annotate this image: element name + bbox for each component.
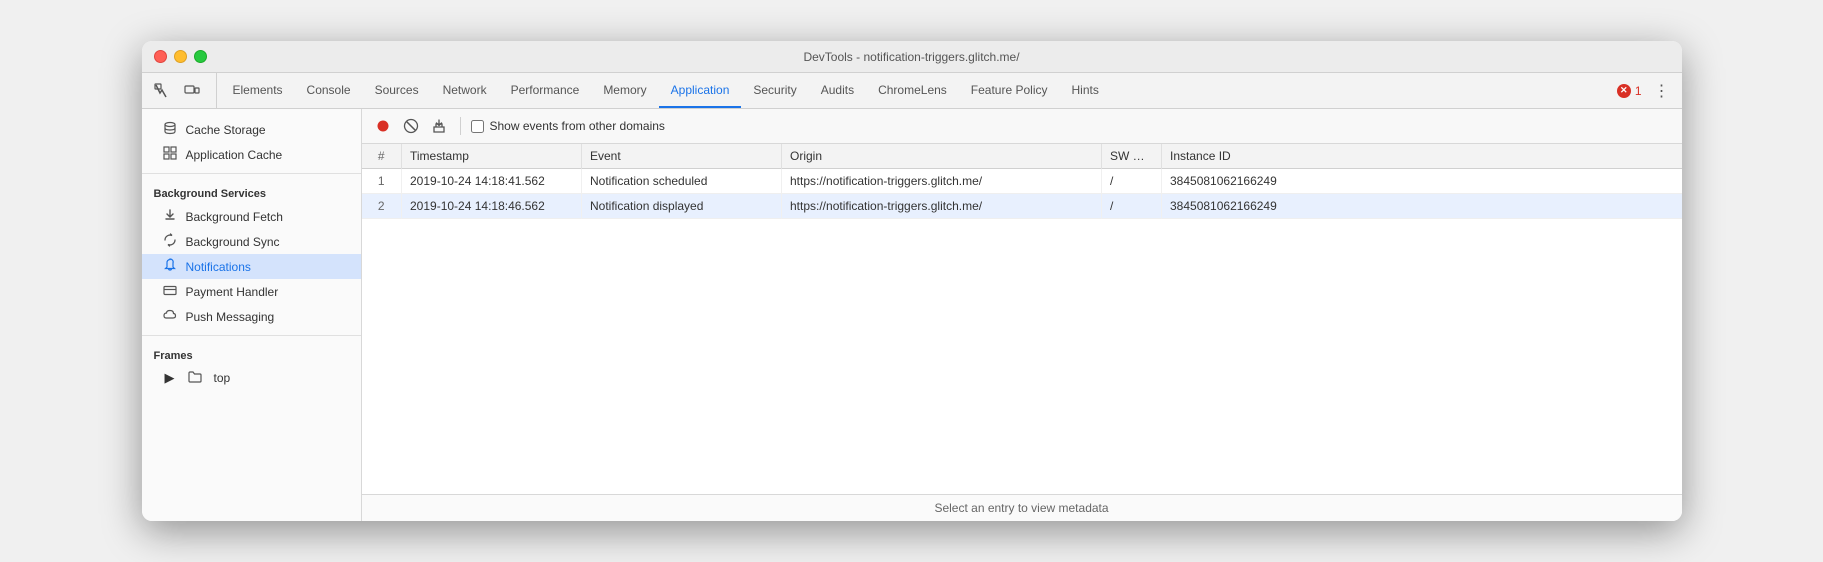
sidebar-label-top: top [214,371,231,385]
window-title: DevTools - notification-triggers.glitch.… [803,50,1019,64]
error-badge[interactable]: ✕ 1 [1617,84,1642,98]
sidebar-label-notifications: Notifications [186,260,251,274]
main-content: Cache Storage Application Cache Backgrou… [142,109,1682,521]
error-dot: ✕ [1617,84,1631,98]
sidebar-label-push-messaging: Push Messaging [186,310,275,324]
titlebar: DevTools - notification-triggers.glitch.… [142,41,1682,73]
minimize-button[interactable] [174,50,187,63]
traffic-lights [154,50,207,63]
sidebar-item-background-sync[interactable]: Background Sync [142,229,361,254]
tab-network[interactable]: Network [431,73,499,108]
sidebar-label-application-cache: Application Cache [186,148,283,162]
col-header-timestamp[interactable]: Timestamp [402,144,582,169]
tab-chromelens[interactable]: ChromeLens [866,73,959,108]
clear-button[interactable] [400,115,422,137]
tab-performance[interactable]: Performance [499,73,592,108]
notifications-table-wrapper: # Timestamp Event Origin SW … Instance I… [362,144,1682,494]
col-header-sw[interactable]: SW … [1102,144,1162,169]
col-header-num[interactable]: # [362,144,402,169]
divider-2 [142,335,361,336]
sidebar-item-application-cache[interactable]: Application Cache [142,142,361,167]
tab-memory[interactable]: Memory [591,73,658,108]
table-row[interactable]: 12019-10-24 14:18:41.562Notification sch… [362,169,1682,194]
tab-console[interactable]: Console [295,73,363,108]
sidebar-item-top[interactable]: ▶ top [142,366,361,390]
tabbar-right: ✕ 1 ⋮ [1617,73,1674,108]
tab-sources[interactable]: Sources [363,73,431,108]
sidebar-item-push-messaging[interactable]: Push Messaging [142,304,361,329]
sidebar: Cache Storage Application Cache Backgrou… [142,109,362,521]
sidebar-item-cache-storage[interactable]: Cache Storage [142,117,361,142]
tab-audits[interactable]: Audits [809,73,866,108]
sidebar-item-background-fetch[interactable]: Background Fetch [142,204,361,229]
background-services-title: Background Services [142,180,361,204]
tabbar: Elements Console Sources Network Perform… [142,73,1682,109]
frame-icon: ▶ [162,370,178,386]
col-header-event[interactable]: Event [582,144,782,169]
more-menu-button[interactable]: ⋮ [1650,79,1674,103]
content-panel: Show events from other domains # Timesta… [362,109,1682,521]
devtools-window: DevTools - notification-triggers.glitch.… [142,41,1682,521]
tab-feature-policy[interactable]: Feature Policy [959,73,1060,108]
sync-icon [162,233,178,250]
sidebar-label-payment-handler: Payment Handler [186,285,279,299]
col-header-origin[interactable]: Origin [782,144,1102,169]
payment-icon [162,283,178,300]
tab-elements[interactable]: Elements [221,73,295,108]
database-icon [162,121,178,138]
show-other-domains-checkbox[interactable]: Show events from other domains [471,119,665,133]
bell-icon [162,258,178,275]
tab-hints[interactable]: Hints [1060,73,1111,108]
tab-application[interactable]: Application [659,73,742,108]
toolbar-separator [460,117,461,135]
save-button[interactable] [428,115,450,137]
divider-1 [142,173,361,174]
table-body: 12019-10-24 14:18:41.562Notification sch… [362,169,1682,219]
footer-text: Select an entry to view metadata [934,501,1108,515]
tab-security[interactable]: Security [741,73,808,108]
sidebar-item-payment-handler[interactable]: Payment Handler [142,279,361,304]
tabbar-icons [150,73,217,108]
record-button[interactable] [372,115,394,137]
sidebar-item-notifications[interactable]: Notifications [142,254,361,279]
frames-title: Frames [142,342,361,366]
show-other-domains-input[interactable] [471,120,484,133]
sidebar-label-cache-storage: Cache Storage [186,123,266,137]
col-header-instance[interactable]: Instance ID [1162,144,1682,169]
notifications-table: # Timestamp Event Origin SW … Instance I… [362,144,1682,219]
cloud-icon [162,308,178,325]
device-icon[interactable] [180,79,204,103]
grid-icon [162,146,178,163]
maximize-button[interactable] [194,50,207,63]
sidebar-label-background-fetch: Background Fetch [186,210,283,224]
table-row[interactable]: 22019-10-24 14:18:46.562Notification dis… [362,194,1682,219]
sidebar-label-background-sync: Background Sync [186,235,280,249]
notifications-toolbar: Show events from other domains [362,109,1682,144]
table-header-row: # Timestamp Event Origin SW … Instance I… [362,144,1682,169]
close-button[interactable] [154,50,167,63]
footer-metadata: Select an entry to view metadata [362,494,1682,521]
inspect-icon[interactable] [150,79,174,103]
frame-folder-icon [188,371,202,386]
fetch-icon [162,208,178,225]
